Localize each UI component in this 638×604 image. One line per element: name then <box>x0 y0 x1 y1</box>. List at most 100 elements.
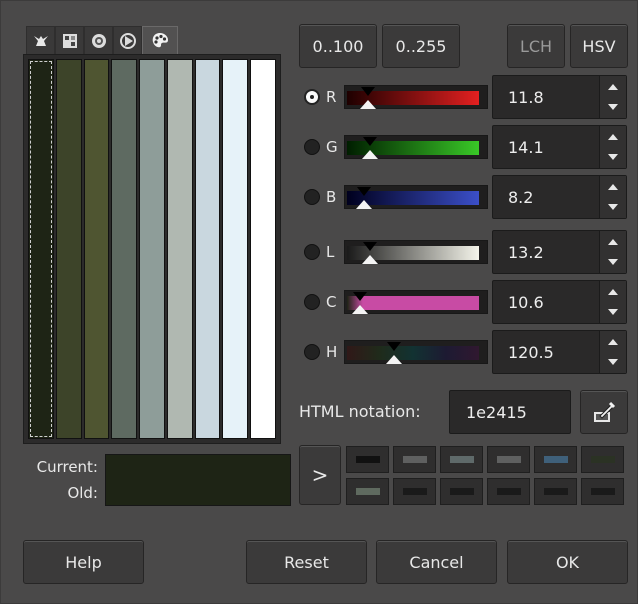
palette-swatch[interactable] <box>139 59 165 439</box>
channel-spinbox-r[interactable]: 11.8 <box>492 75 627 119</box>
tab-palette[interactable] <box>142 26 178 54</box>
reset-button[interactable]: Reset <box>246 540 367 584</box>
channel-slider-r[interactable] <box>344 85 488 109</box>
channel-slider-l[interactable] <box>344 240 488 264</box>
slider-thumb-top <box>361 87 375 96</box>
tab-gimp[interactable] <box>26 26 55 54</box>
channel-spinbox-g[interactable]: 14.1 <box>492 125 627 169</box>
history-color-chip <box>543 456 568 463</box>
channel-radio-g[interactable] <box>304 139 320 155</box>
history-color-chip <box>402 456 427 463</box>
increment-arrow-icon[interactable] <box>608 184 618 190</box>
slider-thumb[interactable] <box>352 305 368 314</box>
hsv-button[interactable]: HSV <box>570 24 628 68</box>
channel-slider-h[interactable] <box>344 340 488 364</box>
html-notation-input[interactable]: 1e2415 <box>449 390 571 434</box>
history-swatch[interactable] <box>534 478 577 505</box>
spin-buttons <box>599 176 626 218</box>
channel-value-h: 120.5 <box>508 343 554 362</box>
history-swatch[interactable] <box>393 446 436 473</box>
channel-value-l: 13.2 <box>508 243 544 262</box>
palette-swatch[interactable] <box>222 59 249 439</box>
decrement-arrow-icon[interactable] <box>608 359 618 365</box>
slider-thumb-top <box>363 137 377 146</box>
help-button[interactable]: Help <box>23 540 144 584</box>
channel-slider-b[interactable] <box>344 185 488 209</box>
history-color-chip <box>590 488 615 495</box>
slider-thumb[interactable] <box>360 100 376 109</box>
increment-arrow-icon[interactable] <box>608 239 618 245</box>
channel-radio-c[interactable] <box>304 294 320 310</box>
history-swatch[interactable] <box>346 478 389 505</box>
old-label: Old: <box>67 484 98 502</box>
channel-radio-l[interactable] <box>304 244 320 260</box>
slider-thumb[interactable] <box>362 255 378 264</box>
slider-thumb[interactable] <box>386 355 402 364</box>
palette-swatch[interactable] <box>83 59 110 439</box>
increment-arrow-icon[interactable] <box>608 289 618 295</box>
spin-buttons <box>599 76 626 118</box>
history-color-chip <box>496 488 521 495</box>
cancel-button[interactable]: Cancel <box>376 540 497 584</box>
history-color-chip <box>449 488 474 495</box>
history-color-chip <box>355 456 380 463</box>
channel-slider-c[interactable] <box>344 290 488 314</box>
history-swatch[interactable] <box>581 478 624 505</box>
palette-swatch[interactable] <box>194 59 221 439</box>
channel-slider-g[interactable] <box>344 135 488 159</box>
history-color-chip <box>590 456 615 463</box>
history-swatch[interactable] <box>440 478 483 505</box>
decrement-arrow-icon[interactable] <box>608 259 618 265</box>
slider-thumb[interactable] <box>356 200 372 209</box>
cmyk-icon <box>62 33 77 48</box>
history-swatch[interactable] <box>487 446 530 473</box>
decrement-arrow-icon[interactable] <box>608 204 618 210</box>
channel-radio-b[interactable] <box>304 189 320 205</box>
tab-cmyk[interactable] <box>55 26 84 54</box>
decrement-arrow-icon[interactable] <box>608 154 618 160</box>
history-swatch[interactable] <box>346 446 389 473</box>
color-selector-tabs <box>26 26 178 54</box>
add-to-history-button[interactable]: > <box>299 445 341 505</box>
history-color-chip <box>449 456 474 463</box>
decrement-arrow-icon[interactable] <box>608 309 618 315</box>
channel-value-g: 14.1 <box>508 138 544 157</box>
slider-thumb-top <box>363 242 377 251</box>
increment-arrow-icon[interactable] <box>608 134 618 140</box>
lch-button[interactable]: LCH <box>507 24 565 68</box>
history-swatch[interactable] <box>393 478 436 505</box>
channel-spinbox-h[interactable]: 120.5 <box>492 330 627 374</box>
tab-triangle[interactable] <box>113 26 142 54</box>
channel-value-b: 8.2 <box>508 188 534 207</box>
color-picker-button[interactable] <box>580 390 628 434</box>
channel-spinbox-l[interactable]: 13.2 <box>492 230 627 274</box>
channel-label-r: R <box>326 88 337 106</box>
palette-swatch[interactable] <box>28 59 54 439</box>
palette-swatch[interactable] <box>166 59 193 439</box>
range-0-255-button[interactable]: 0..255 <box>382 24 460 68</box>
increment-arrow-icon[interactable] <box>608 339 618 345</box>
decrement-arrow-icon[interactable] <box>608 104 618 110</box>
channel-label-h: H <box>326 343 338 361</box>
range-0-100-button[interactable]: 0..100 <box>299 24 377 68</box>
channel-spinbox-c[interactable]: 10.6 <box>492 280 627 324</box>
spin-buttons <box>599 231 626 273</box>
spin-buttons <box>599 331 626 373</box>
channel-spinbox-b[interactable]: 8.2 <box>492 175 627 219</box>
tab-watercolor[interactable] <box>84 26 113 54</box>
palette-swatch[interactable] <box>111 59 138 439</box>
channel-radio-h[interactable] <box>304 344 320 360</box>
history-swatch[interactable] <box>581 446 624 473</box>
palette-swatch[interactable] <box>55 59 82 439</box>
history-color-chip <box>355 488 380 495</box>
palette-swatch[interactable] <box>250 59 277 439</box>
slider-thumb[interactable] <box>362 150 378 159</box>
ok-button[interactable]: OK <box>507 540 628 584</box>
increment-arrow-icon[interactable] <box>608 84 618 90</box>
history-swatch[interactable] <box>534 446 577 473</box>
channel-radio-r[interactable] <box>304 89 320 105</box>
watercolor-icon <box>91 33 106 48</box>
history-swatch[interactable] <box>440 446 483 473</box>
current-label: Current: <box>36 458 98 476</box>
history-swatch[interactable] <box>487 478 530 505</box>
